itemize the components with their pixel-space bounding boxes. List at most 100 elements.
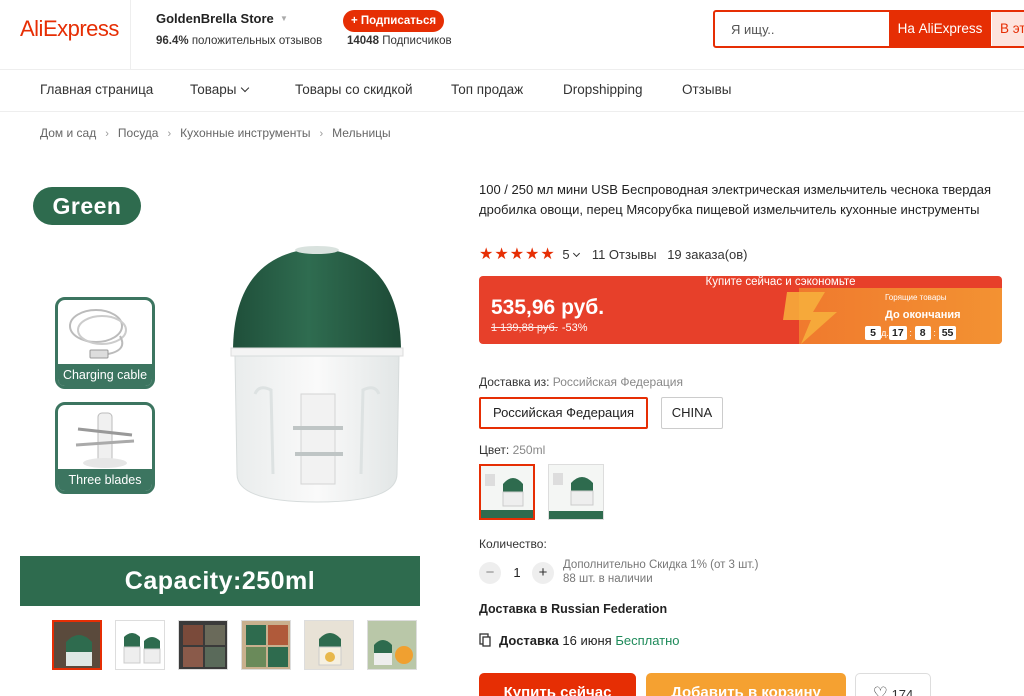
thumbnail[interactable] [52,620,102,670]
header-divider [130,0,131,70]
thumbnail-image [305,621,353,669]
heart-icon: ♡ [872,684,888,696]
blades-label: Three blades [58,469,152,491]
timer-days: 5 [865,326,881,340]
breadcrumb-item[interactable]: Кухонные инструменты [180,126,310,140]
add-to-cart-button[interactable]: Добавить в корзину [646,673,846,696]
ship-option-russia[interactable]: Российская Федерация [479,397,648,429]
product-main-image[interactable]: Green Charging cable Three blades Capaci… [20,176,420,606]
star-icon: ★ [525,246,540,263]
caret-down-icon[interactable]: ▼ [280,14,288,23]
thumbnail-image [54,622,100,668]
subscribers-count: 14048 [347,35,379,47]
color-badge: Green [33,187,141,225]
reviews-link[interactable]: 11 Отзывы [592,247,657,262]
store-rating-text: положительных отзывов [191,35,323,47]
swatch-image [549,465,603,519]
timer-separator: : [909,328,912,338]
thumbnail[interactable] [241,620,291,670]
timer-days-unit: д. [881,328,889,338]
thumbnail-image [368,621,416,669]
timer-minutes: 8 [914,326,931,340]
blades-icon [75,412,135,468]
hot-deals-label: Горящие товары [885,293,947,302]
thumbnail[interactable] [178,620,228,670]
breadcrumb: Дом и сад › Посуда › Кухонные инструменты › Ме… [40,126,391,140]
ship-option-china[interactable]: CHINA [661,397,723,429]
rating-number: 5 [562,247,570,262]
delivery-row[interactable]: Доставка 16 июня Бесплатно [479,633,680,648]
countdown-panel: Горящие товары До окончания 5 д. 17:8:55 [783,288,1002,344]
quantity-decrease-button[interactable]: − [479,562,501,584]
subscribe-button[interactable]: + Подписаться [343,10,445,32]
countdown-timer: 5 д. 17:8:55 [865,326,957,340]
wishlist-count: 174 [891,687,914,696]
star-icon: ★ [494,246,509,263]
star-icon: ★ [509,246,525,263]
old-price: 1 139,88 руб. [491,322,558,334]
ends-in-label: До окончания [885,309,961,321]
nav-products-label: Товары [190,82,237,97]
chevron-right-icon: › [319,128,324,140]
thumbnail-image [179,621,227,669]
breadcrumb-item[interactable]: Посуда [118,126,159,140]
color-label: Цвет: 250ml [479,443,545,457]
quantity-value[interactable]: 1 [510,565,524,580]
stock-note: 88 шт. в наличии [563,573,653,585]
store-rating: 96.4% положительных отзывов [156,35,322,47]
search-aliexpress-button[interactable]: На AliExpress [889,12,991,46]
ship-from-title: Доставка из: [479,375,550,389]
search-input[interactable] [715,12,888,46]
aliexpress-logo[interactable]: AliExpress [20,16,119,42]
orders-count: 19 заказа(ов) [667,247,748,262]
delivery-cost: Бесплатно [615,633,680,648]
thumbnail[interactable] [304,620,354,670]
breadcrumb-item[interactable]: Мельницы [332,126,391,140]
buy-now-button[interactable]: Купить сейчас [479,673,636,696]
store-nav: Главная страница Товары Товары со скидко… [0,70,1024,112]
nav-sale[interactable]: Товары со скидкой [295,82,413,97]
blades-inset: Three blades [55,402,155,494]
timer-separator: : [933,328,936,338]
color-swatch-250ml[interactable] [479,464,535,520]
charging-cable-label: Charging cable [58,364,152,386]
old-price-row: 1 139,88 руб. -53% [491,322,588,334]
store-name[interactable]: GoldenBrella Store [156,11,274,26]
wishlist-button[interactable]: ♡ 174 [855,673,931,696]
ship-from-label: Доставка из: Российская Федерация [479,375,683,389]
nav-products[interactable]: Товары [190,82,250,97]
price-box: Купите сейчас и сэкономьте 535,96 руб. 1… [479,276,1002,344]
rating-row: ★★★★★ 5 11 Отзывы 19 заказа(ов) [479,244,748,264]
lightning-icon [783,292,837,344]
color-swatch-other[interactable] [548,464,604,520]
quantity-notes: Дополнительно Скидка 1% (от 3 шт.) 88 шт.… [563,558,758,586]
charging-cable-inset: Charging cable [55,297,155,389]
bulk-discount-note: Дополнительно Скидка 1% (от 3 шт.) [563,559,759,571]
nav-dropshipping[interactable]: Dropshipping [563,82,643,97]
capacity-banner: Capacity:250ml [20,556,420,606]
nav-top-sales[interactable]: Топ продаж [451,82,523,97]
package-icon [479,633,491,647]
ship-from-value: Российская Федерация [552,375,683,389]
timer-seconds: 55 [938,326,957,340]
chevron-down-icon [573,249,581,258]
search-store-button[interactable]: В это [992,12,1024,46]
quantity-increase-button[interactable]: + [532,562,554,584]
chopper-image [230,246,404,503]
chevron-right-icon: › [167,128,172,140]
rating-value[interactable]: 5 [562,247,581,262]
star-icon: ★ [540,246,555,263]
nav-reviews[interactable]: Отзывы [682,82,731,97]
quantity-label: Количество: [479,537,547,551]
thumbnail[interactable] [367,620,417,670]
subscribers-text: Подписчиков [382,35,452,47]
cable-icon [69,309,127,359]
delivery-label: Доставка [499,633,559,648]
nav-home[interactable]: Главная страница [40,82,153,97]
discount-percent: -53% [561,322,588,334]
product-title: 100 / 250 мл мини USB Беспроводная элект… [479,182,991,217]
thumbnail[interactable] [115,620,165,670]
delivery-date: 16 июня [562,633,612,648]
breadcrumb-item[interactable]: Дом и сад [40,126,96,140]
current-price: 535,96 руб. [491,296,605,319]
